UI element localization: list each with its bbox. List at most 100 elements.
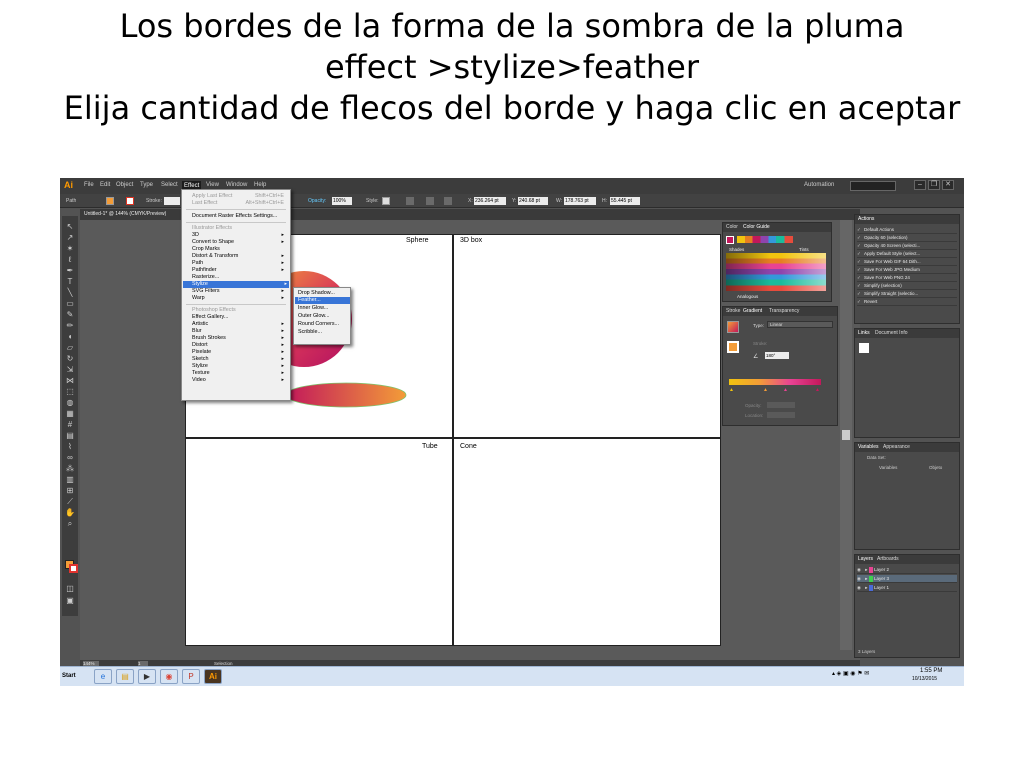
- help-search-input[interactable]: [850, 181, 896, 191]
- menu-item-inner-glow[interactable]: Inner Glow...: [298, 305, 350, 312]
- graphic-style-swatch[interactable]: [382, 197, 390, 205]
- menu-file[interactable]: File: [84, 182, 94, 188]
- artboard-tool-icon[interactable]: ⊞: [65, 486, 75, 495]
- gradient-tool-icon[interactable]: ▤: [65, 431, 75, 440]
- menu-edit[interactable]: Edit: [100, 182, 110, 188]
- tab-stroke[interactable]: Stroke: [726, 308, 740, 314]
- perspective-grid-tool-icon[interactable]: ▦: [65, 409, 75, 418]
- action-row[interactable]: ✓ Save For Web PNG 24: [857, 274, 957, 282]
- menu-item-effect-gallery[interactable]: Effect Gallery...: [192, 314, 286, 321]
- tab-actions[interactable]: Actions: [858, 216, 874, 222]
- artboard-3d-box[interactable]: 3D box: [453, 234, 721, 438]
- width-tool-icon[interactable]: ⋈: [65, 376, 75, 385]
- action-row[interactable]: ✓ Apply Default Style (select...: [857, 250, 957, 258]
- tab-variables[interactable]: Variables: [858, 444, 878, 450]
- menu-item-scribble[interactable]: Scribble...: [298, 329, 350, 336]
- rotate-tool-icon[interactable]: ↻: [65, 354, 75, 363]
- action-row[interactable]: ✓ Simplify Straight (selectio...: [857, 290, 957, 298]
- type-tool-icon[interactable]: T: [65, 277, 75, 286]
- shape-builder-tool-icon[interactable]: ◍: [65, 398, 75, 407]
- opacity-label[interactable]: Opacity:: [308, 198, 326, 204]
- stroke-swatch[interactable]: [126, 197, 134, 205]
- menu-item-ps-stylize[interactable]: Stylize ▸: [192, 363, 286, 370]
- menu-item-brush-strokes[interactable]: Brush Strokes ▸: [192, 335, 286, 342]
- base-color-swatch[interactable]: [726, 236, 734, 244]
- menu-item-warp[interactable]: Warp ▸: [192, 295, 286, 302]
- action-row[interactable]: ✓ Save For Web GIF 64 Dith...: [857, 258, 957, 266]
- align-icon[interactable]: [426, 197, 434, 205]
- gradient-stop-2-icon[interactable]: ▲: [763, 387, 768, 393]
- eyedropper-tool-icon[interactable]: ⌇: [65, 442, 75, 451]
- menu-item-last-effect[interactable]: Last Effect Alt+Shift+Ctrl+E: [192, 200, 286, 207]
- eraser-tool-icon[interactable]: ▱: [65, 343, 75, 352]
- clock-time[interactable]: 1:55 PM: [920, 668, 942, 674]
- stroke-color-icon[interactable]: [69, 564, 78, 573]
- layer-row[interactable]: ◉ ▸ Layer 1: [857, 584, 957, 592]
- action-row[interactable]: ✓ Save For Web JPG Medium: [857, 266, 957, 274]
- menu-view[interactable]: View: [206, 182, 219, 188]
- illustrator-taskbar-icon[interactable]: Ai: [204, 669, 222, 684]
- line-tool-icon[interactable]: ╲: [65, 288, 75, 297]
- stroke-weight-field[interactable]: [164, 197, 180, 205]
- tab-artboards[interactable]: Artboards: [877, 556, 899, 562]
- clock-date[interactable]: 10/13/2015: [912, 676, 937, 682]
- menu-item-feather[interactable]: Feather...: [295, 297, 350, 304]
- lasso-tool-icon[interactable]: ℓ: [65, 255, 75, 264]
- mesh-tool-icon[interactable]: #: [65, 420, 75, 429]
- chrome-icon[interactable]: ◉: [160, 669, 178, 684]
- menu-item-document-raster-effects[interactable]: Document Raster Effects Settings...: [192, 213, 286, 220]
- fill-swatch[interactable]: [106, 197, 114, 205]
- artboard-tube[interactable]: Tube: [185, 438, 453, 646]
- gradient-stop-1-icon[interactable]: ▲: [729, 387, 734, 393]
- menu-item-sketch[interactable]: Sketch ▸: [192, 356, 286, 363]
- rectangle-tool-icon[interactable]: ▭: [65, 299, 75, 308]
- blob-brush-tool-icon[interactable]: ◖: [65, 332, 75, 341]
- menu-item-texture[interactable]: Texture ▸: [192, 370, 286, 377]
- menu-item-video[interactable]: Video ▸: [192, 377, 286, 384]
- height-field[interactable]: 55.445 pt: [610, 197, 640, 205]
- action-row[interactable]: ✓ Opacity 40 Screen (selecti...: [857, 242, 957, 250]
- tab-appearance[interactable]: Appearance: [883, 444, 910, 450]
- pen-tool-icon[interactable]: ✒: [65, 266, 75, 275]
- artboard-cone[interactable]: Cone: [453, 438, 721, 646]
- close-icon[interactable]: ✕: [942, 180, 954, 190]
- layer-row[interactable]: ◉ ▸ Layer 2: [857, 566, 957, 574]
- scale-tool-icon[interactable]: ⇲: [65, 365, 75, 374]
- workspace-switcher[interactable]: Automation: [804, 182, 834, 188]
- scrollbar-thumb[interactable]: [842, 430, 850, 440]
- powerpoint-icon[interactable]: P: [182, 669, 200, 684]
- graph-tool-icon[interactable]: ▥: [65, 475, 75, 484]
- menu-item-artistic[interactable]: Artistic ▸: [192, 321, 286, 328]
- slice-tool-icon[interactable]: ⟋: [65, 497, 75, 506]
- internet-explorer-icon[interactable]: e: [94, 669, 112, 684]
- y-field[interactable]: 240.68 pt: [518, 197, 548, 205]
- menu-item-pathfinder[interactable]: Pathfinder ▸: [192, 267, 286, 274]
- menu-select[interactable]: Select: [161, 182, 178, 188]
- direct-selection-tool-icon[interactable]: ↗: [65, 233, 75, 242]
- drawing-mode-icon[interactable]: ◫: [65, 584, 75, 593]
- menu-item-distort[interactable]: Distort ▸: [192, 342, 286, 349]
- stop-opacity-field[interactable]: [767, 402, 795, 408]
- menu-window[interactable]: Window: [226, 182, 247, 188]
- menu-item-convert-to-shape[interactable]: Convert to Shape ▸: [192, 239, 286, 246]
- magic-wand-tool-icon[interactable]: ✶: [65, 244, 75, 253]
- gradient-stop-3-icon[interactable]: ▲: [783, 387, 788, 393]
- screen-mode-icon[interactable]: ▣: [65, 596, 75, 605]
- document-tab[interactable]: Untitled-1* @ 144% (CMYK/Preview): [84, 211, 166, 217]
- symbol-sprayer-tool-icon[interactable]: ⁂: [65, 464, 75, 473]
- harmony-colors-strip[interactable]: [737, 236, 793, 243]
- tab-document-info[interactable]: Document Info: [875, 330, 908, 336]
- action-row[interactable]: ✓ Opacity 60 (selection): [857, 234, 957, 242]
- transform-icon[interactable]: [444, 197, 452, 205]
- layer-row-selected[interactable]: ◉ ▸ Layer 3: [857, 575, 957, 583]
- tab-color[interactable]: Color: [726, 224, 738, 230]
- menu-item-rasterize[interactable]: Rasterize...: [192, 274, 286, 281]
- menu-item-drop-shadow[interactable]: Drop Shadow...: [298, 290, 350, 297]
- media-player-icon[interactable]: ▶: [138, 669, 156, 684]
- action-row[interactable]: ✓ Simplify (selection): [857, 282, 957, 290]
- gradient-preview-swatch[interactable]: [727, 321, 739, 333]
- menu-object[interactable]: Object: [116, 182, 133, 188]
- tab-color-guide[interactable]: Color Guide: [743, 224, 770, 230]
- menu-item-apply-last-effect[interactable]: Apply Last Effect Shift+Ctrl+E: [192, 193, 286, 200]
- tab-links[interactable]: Links: [858, 330, 870, 336]
